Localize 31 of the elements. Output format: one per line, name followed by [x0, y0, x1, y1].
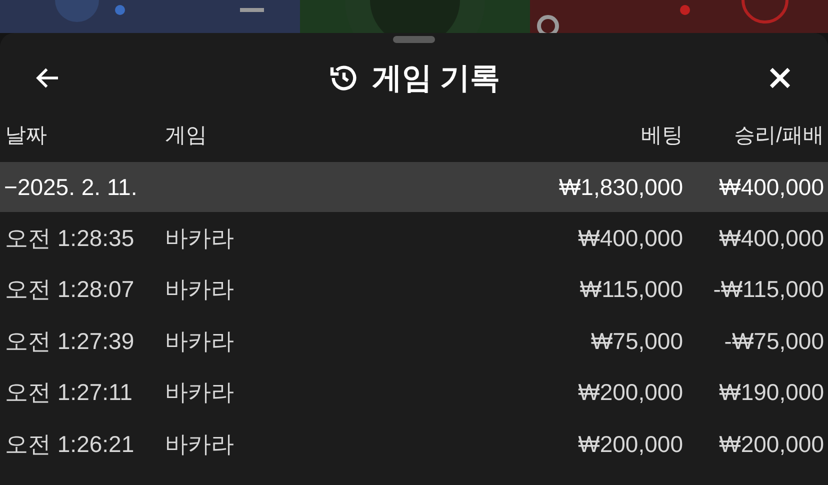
table-cell-text: 오전 1:26:21	[5, 430, 136, 458]
table-cell-text: 바카라	[165, 275, 235, 304]
column-header: 승리/패배	[733, 123, 825, 150]
table-cell-text: 오전 1:28:07	[5, 275, 136, 304]
date-label: 2025. 2. 11.	[17, 172, 138, 202]
table-cell-text: -₩115,000	[712, 275, 824, 304]
date-group-row[interactable]: −2025. 2. 11. ₩1,830,000 ₩400,000	[0, 162, 828, 212]
drag-handle[interactable]	[393, 36, 435, 43]
table-cell-text: 바카라	[165, 224, 235, 252]
table-cell-text: 오전 1:28:35	[5, 224, 136, 252]
table-cell-text: 바카라	[165, 378, 235, 407]
table-cell-text: ₩190,000	[718, 378, 824, 407]
column-header: 날짜	[5, 123, 48, 150]
table-cell-text: -₩75,000	[723, 326, 824, 356]
table-cell-text: ₩400,000	[718, 224, 824, 252]
table-cell-text: 바카라	[165, 326, 235, 356]
window-title: 게임 기록	[372, 60, 500, 96]
table-cell-text: ₩200,000	[577, 378, 683, 407]
table-cell-text: ₩400,000	[718, 172, 824, 202]
collapse-toggle[interactable]: −	[4, 170, 18, 204]
table-cell-text: 오전 1:27:39	[5, 326, 136, 356]
table-cell-text: ₩400,000	[577, 224, 683, 252]
table-cell-text: ₩1,830,000	[558, 172, 683, 202]
column-header: 게임	[165, 123, 208, 150]
table-cell-text: 오전 1:27:11	[5, 378, 134, 407]
column-header: 베팅	[640, 123, 683, 150]
table-cell-text: ₩75,000	[590, 326, 683, 356]
table-cell-text: ₩115,000	[578, 275, 683, 304]
table-cell-text: 바카라	[165, 430, 235, 458]
table-cell-text: ₩200,000	[718, 430, 824, 458]
table-cell-text: ₩200,000	[577, 430, 683, 458]
